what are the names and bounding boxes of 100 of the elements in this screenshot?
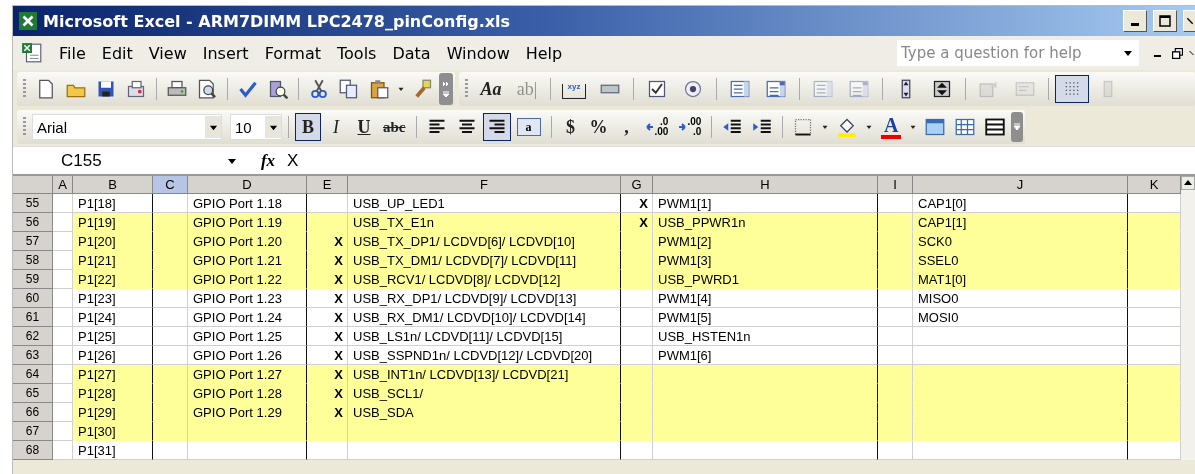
row-header[interactable]: 67	[13, 422, 53, 441]
column-header[interactable]: F	[348, 176, 621, 194]
row-header[interactable]: 64	[13, 365, 53, 384]
merge-button[interactable]: a	[512, 113, 545, 141]
insert-function-button[interactable]: fx	[253, 150, 283, 171]
help-search-field[interactable]: Type a question for help	[897, 40, 1139, 66]
table-cell	[1128, 365, 1181, 384]
grid-button[interactable]	[1055, 75, 1089, 103]
grip-handle[interactable]	[23, 79, 26, 99]
table-cell: CAP1[1]	[913, 213, 1128, 232]
row-header[interactable]: 63	[13, 346, 53, 365]
table-cell: USB_HSTEN1n	[653, 327, 878, 346]
menu-item[interactable]: Insert	[194, 41, 257, 65]
chevron-icon	[442, 79, 450, 99]
column-header[interactable]: A	[53, 176, 73, 194]
table-cell: X	[307, 232, 348, 251]
right-arrow-icon	[678, 123, 687, 131]
table-cell: USB_SSPND1n/ LCDVD[12]/ LCDVD[20]	[348, 346, 621, 365]
table-cell: X	[621, 213, 653, 232]
column-header[interactable]: H	[653, 176, 878, 194]
table-cell: X	[307, 289, 348, 308]
table-cell	[53, 308, 73, 327]
row-header[interactable]: 59	[13, 270, 53, 289]
table-cell: PWM1[5]	[653, 308, 878, 327]
table-cell	[153, 327, 188, 346]
document-lock-icon	[126, 79, 146, 99]
table-cell: P1[28]	[73, 384, 153, 403]
toolbar-options-button[interactable]	[439, 73, 453, 105]
table-cell	[878, 441, 913, 460]
name-box[interactable]: C155	[13, 148, 243, 173]
menu-item[interactable]: Format	[256, 41, 329, 65]
table-cell	[1128, 194, 1181, 213]
menu-item[interactable]: Help	[517, 41, 571, 65]
table-cell: PWM1[6]	[653, 346, 878, 365]
menu-item[interactable]: Edit	[93, 41, 141, 65]
table-cell: P1[30]	[73, 422, 153, 441]
menu-item[interactable]: Data	[384, 41, 439, 65]
column-header[interactable]: J	[913, 176, 1128, 194]
column-header[interactable]: B	[73, 176, 153, 194]
menu-item[interactable]: View	[140, 41, 195, 65]
row-header[interactable]: 58	[13, 251, 53, 270]
menu-item[interactable]: Window	[438, 41, 518, 65]
row-header[interactable]: 62	[13, 327, 53, 346]
toolbar-button[interactable]: Aa	[474, 75, 508, 103]
column-header[interactable]: G	[621, 176, 653, 194]
grip-handle[interactable]	[465, 79, 468, 99]
toolbar-button[interactable]: %	[585, 113, 612, 141]
toolbar-button[interactable]: U	[351, 113, 377, 141]
spreadsheet-icon[interactable]	[21, 42, 43, 64]
table-cell: GPIO Port 1.21	[188, 251, 307, 270]
table-cell: P1[24]	[73, 308, 153, 327]
table-cell: USB_PPWR1n	[653, 213, 878, 232]
grip-handle[interactable]	[23, 117, 26, 137]
minimize-icon	[1153, 55, 1161, 57]
table-cell	[153, 365, 188, 384]
font-size-field[interactable]: 10	[230, 114, 282, 140]
toolbar-button[interactable]: abc	[379, 113, 410, 141]
groupbox-button[interactable]: xyz	[557, 75, 591, 103]
row-header[interactable]: 60	[13, 289, 53, 308]
table-cell	[878, 289, 913, 308]
table-cell: GPIO Port 1.27	[188, 365, 307, 384]
decrease-decimal-button[interactable]: .00 .0	[674, 113, 706, 141]
column-header[interactable]: I	[878, 176, 913, 194]
formula-field[interactable]: X	[283, 150, 1195, 171]
align-right-button[interactable]	[482, 113, 511, 141]
row-header[interactable]: 65	[13, 384, 53, 403]
toolbar-button[interactable]: $	[557, 113, 584, 141]
table-cell	[53, 365, 73, 384]
toolbar-button[interactable]: B	[295, 113, 321, 141]
menu-item[interactable]: File	[51, 41, 94, 65]
increase-decimal-button[interactable]: .0 .00	[641, 113, 673, 141]
minimize-icon	[1131, 22, 1139, 26]
table-cell: X	[307, 251, 348, 270]
column-header[interactable]: E	[307, 176, 348, 194]
font-color-button[interactable]: A	[877, 113, 906, 141]
dropdown-list-icon	[766, 79, 786, 99]
row-header[interactable]: 68	[13, 441, 53, 460]
row-header[interactable]: 66	[13, 403, 53, 422]
vertical-scrollbar[interactable]	[1181, 176, 1195, 460]
toolbar-button[interactable]: ,	[613, 113, 640, 141]
table-cell	[53, 251, 73, 270]
font-name-field[interactable]: Arial	[32, 114, 222, 140]
two-pages-icon	[339, 79, 359, 99]
column-header[interactable]: D	[188, 176, 307, 194]
close-button[interactable]	[1183, 10, 1195, 32]
row-header[interactable]: 57	[13, 232, 53, 251]
maximize-button[interactable]	[1153, 10, 1177, 32]
row-header[interactable]: 56	[13, 213, 53, 232]
column-header[interactable]: K	[1128, 176, 1181, 194]
table-cell: MOSI0	[913, 308, 1128, 327]
column-header[interactable]: C	[153, 176, 188, 194]
minimize-button[interactable]	[1123, 10, 1147, 32]
row-header[interactable]: 55	[13, 194, 53, 213]
table-cell	[621, 308, 653, 327]
table-cell	[621, 289, 653, 308]
row-header[interactable]: 61	[13, 308, 53, 327]
table-cell: P1[22]	[73, 270, 153, 289]
toolbar-button[interactable]: I	[323, 113, 349, 141]
menu-item[interactable]: Tools	[329, 41, 385, 65]
table-cell	[878, 270, 913, 289]
